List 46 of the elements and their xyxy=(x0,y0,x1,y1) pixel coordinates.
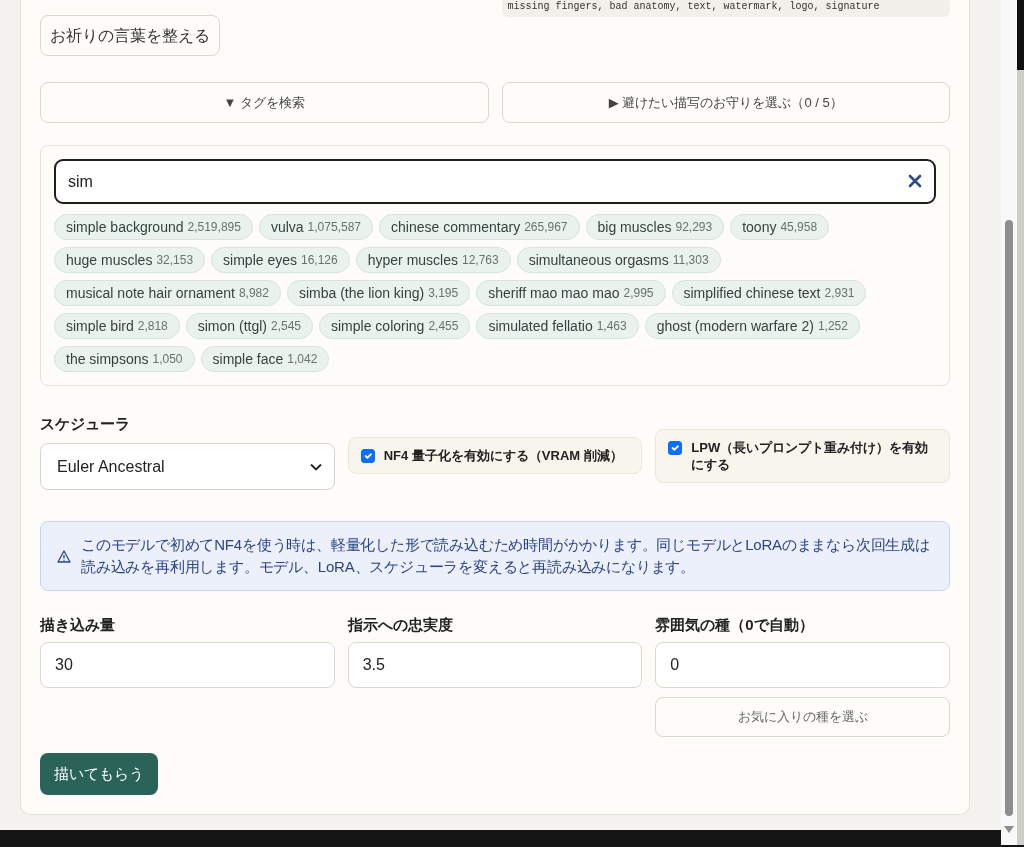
generate-button[interactable]: 描いてもらう xyxy=(40,753,158,795)
tag-chip[interactable]: simulated fellatio 1,463 xyxy=(476,313,639,339)
tag-chip[interactable]: sheriff mao mao mao 2,995 xyxy=(476,280,666,306)
tag-chip[interactable]: vulva 1,075,587 xyxy=(258,214,373,240)
favorite-seed-button[interactable]: お気に入りの種を選ぶ xyxy=(655,697,950,737)
tag-chip[interactable]: the simpsons 1,050 xyxy=(54,346,195,372)
tag-chip[interactable]: simple bird 2,818 xyxy=(54,313,180,339)
tag-chip[interactable]: simplified chinese text 2,931 xyxy=(671,280,867,306)
tag-chip[interactable]: hyper muscles 12,763 xyxy=(355,247,511,273)
notice-text: このモデルで初めてNF4を使う時は、軽量化した形で読み込むため時間がかかります。同じモデルとLoRAのままなら次回生成は読み込みを再利用します。モデル、LoRA、スケジューラを変えると再読み込みになります。 xyxy=(81,535,931,577)
input-field[interactable]: 30 xyxy=(40,642,335,688)
tag-chip[interactable]: simultaneous orgasms 11,303 xyxy=(516,247,721,273)
checkbox[interactable] xyxy=(360,449,375,463)
field-label: 指示への忠実度 xyxy=(347,615,454,634)
triangle-down-icon[interactable] xyxy=(1004,826,1014,833)
checkbox-label: LPW（長いプロンプト重み付け）を有効にする xyxy=(691,438,930,473)
input-field[interactable]: 0 xyxy=(655,642,950,688)
tidy-prompt-button[interactable]: お祈りの言葉を整える xyxy=(40,15,220,56)
close-icon[interactable] xyxy=(908,174,922,188)
scrollbar-thumb[interactable] xyxy=(1005,220,1013,816)
toggle-button[interactable]: ▼ タグを検索 xyxy=(40,82,489,123)
tag-chip[interactable]: toony 45,958 xyxy=(730,214,830,240)
field-label: 描き込み量 xyxy=(40,615,116,634)
field-label: 雰囲気の種（0で自動） xyxy=(655,615,815,634)
prompt-text-box: missing fingers, bad anatomy, text, watermark, logo, signature xyxy=(501,0,950,17)
scrollbar-track[interactable] xyxy=(1001,0,1017,845)
input-field[interactable]: 3.5 xyxy=(347,642,643,688)
tag-chip[interactable]: ghost (modern warfare 2) 1,252 xyxy=(644,313,860,339)
tag-chip[interactable]: musical note hair ornament 8,982 xyxy=(54,280,281,306)
tag-chip[interactable]: simple face 1,042 xyxy=(200,346,330,372)
tag-chip[interactable]: huge muscles 32,153 xyxy=(54,247,206,273)
tag-chip[interactable]: simple background 2,519,895 xyxy=(54,214,253,240)
scheduler-select[interactable]: Euler Ancestral xyxy=(40,443,335,490)
tag-search-field[interactable]: sim xyxy=(54,159,936,204)
toggle-button[interactable]: ▶ 避けたい描写のお守りを選ぶ（0 / 5） xyxy=(501,82,950,123)
tag-chip[interactable]: simple eyes 16,126 xyxy=(211,247,350,273)
tag-chip[interactable]: chinese commentary 265,967 xyxy=(379,214,580,240)
chevron-down-icon xyxy=(309,462,322,471)
scheduler-label: スケジューラ xyxy=(40,414,131,433)
tag-chip[interactable]: simple coloring 2,455 xyxy=(319,313,471,339)
checkbox-label: NF4 量子化を有効にする（VRAM 削減） xyxy=(383,447,623,464)
tag-chip[interactable]: simon (ttgl) 2,545 xyxy=(185,313,313,339)
checkbox[interactable] xyxy=(668,440,683,455)
tag-chip[interactable]: big muscles 92,293 xyxy=(585,214,725,240)
tag-chip[interactable]: simba (the lion king) 3,195 xyxy=(286,280,471,306)
warning-icon xyxy=(57,549,71,563)
